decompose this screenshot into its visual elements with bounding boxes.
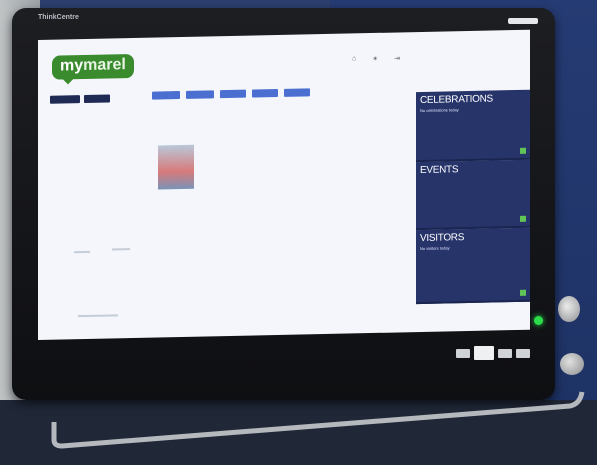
celebrations-panel[interactable]: CELEBRATIONS No celebrations today bbox=[416, 89, 530, 163]
nav-button-3[interactable] bbox=[220, 89, 246, 99]
faint-text bbox=[112, 248, 130, 251]
settings-icon[interactable]: ✶ bbox=[372, 55, 378, 63]
corner-icon bbox=[520, 289, 526, 296]
stand-handle bbox=[51, 391, 585, 449]
monitor-button[interactable] bbox=[474, 346, 494, 360]
monitor-controls bbox=[456, 346, 530, 360]
nav-button-2[interactable] bbox=[186, 90, 214, 99]
header-button-2[interactable] bbox=[84, 94, 110, 104]
side-panel: CELEBRATIONS No celebrations today EVENT… bbox=[416, 89, 530, 332]
monitor-button[interactable] bbox=[516, 348, 530, 358]
power-led bbox=[534, 316, 543, 325]
logo-suffix: marel bbox=[83, 56, 126, 75]
door-knob-upper bbox=[558, 296, 580, 322]
monitor-button[interactable] bbox=[498, 348, 512, 358]
faint-text bbox=[74, 250, 90, 254]
app-logo[interactable]: mymarel bbox=[52, 53, 134, 80]
events-panel[interactable]: EVENTS bbox=[416, 159, 530, 231]
door-knob-lower bbox=[560, 353, 584, 375]
content-thumbnail[interactable] bbox=[158, 144, 194, 190]
monitor-brand-top: ThinkCentre bbox=[38, 14, 79, 21]
screen: mymarel ⌂ ✶ ⇥ CELEBRATIONS No celebratio… bbox=[38, 29, 530, 341]
header-icons: ⌂ ✶ ⇥ bbox=[352, 54, 400, 63]
logo-prefix: my bbox=[60, 57, 84, 75]
nav-button-5[interactable] bbox=[284, 88, 310, 97]
user-icon[interactable]: ⌂ bbox=[352, 55, 356, 63]
visitors-panel[interactable]: VISITORS No visitors today bbox=[416, 227, 530, 305]
corner-icon bbox=[520, 215, 526, 222]
logout-icon[interactable]: ⇥ bbox=[394, 54, 400, 62]
faint-text bbox=[78, 314, 118, 318]
nav-button-1[interactable] bbox=[152, 91, 180, 100]
corner-icon bbox=[520, 147, 526, 154]
monitor-button[interactable] bbox=[456, 348, 470, 358]
webcam bbox=[508, 18, 538, 24]
nav-button-4[interactable] bbox=[252, 88, 278, 98]
header-button-1[interactable] bbox=[50, 95, 80, 104]
